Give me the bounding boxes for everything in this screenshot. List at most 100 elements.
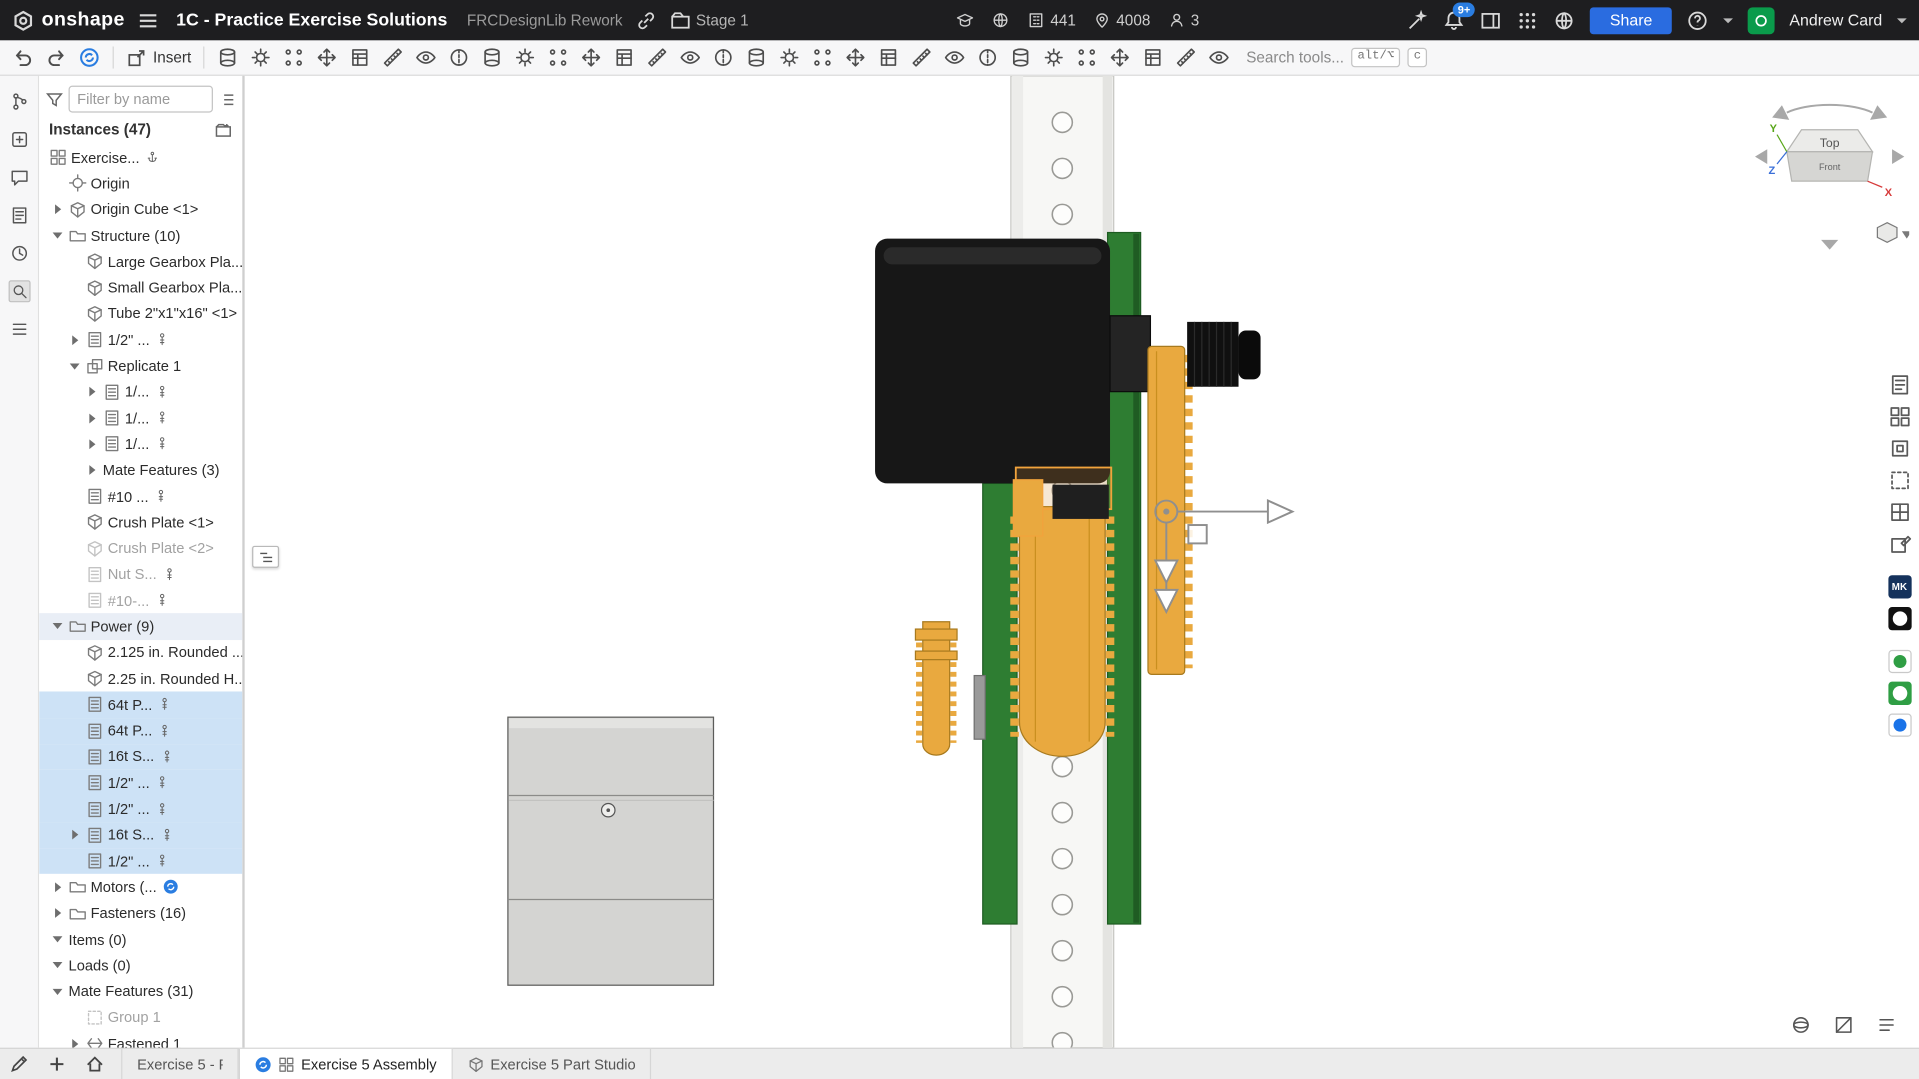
part-panel-icon[interactable] <box>1888 437 1911 460</box>
tree-item[interactable]: Loads (0) <box>39 952 242 978</box>
assembly-3d-view[interactable] <box>245 76 1919 1048</box>
structure-panel-icon[interactable] <box>1888 405 1911 428</box>
tree-item[interactable]: Crush Plate <1> <box>39 509 242 535</box>
caret-icon[interactable] <box>67 828 82 843</box>
tree-item[interactable]: #10 ... <box>39 483 242 509</box>
edit-panel-icon[interactable] <box>1888 532 1911 555</box>
tube-joint-icon[interactable] <box>642 43 674 72</box>
tree-item[interactable]: 1/2" ... <box>39 770 242 796</box>
pen-icon[interactable] <box>9 1054 30 1075</box>
tree-item[interactable]: 64t P... <box>39 692 242 718</box>
interference-icon[interactable] <box>873 43 905 72</box>
named-positions-icon[interactable] <box>741 43 773 72</box>
measure-icon[interactable] <box>542 43 574 72</box>
tab-exercise-5-part-studio[interactable]: Exercise 5 Part Studio <box>452 1049 651 1079</box>
tab-exercise-5-assembly[interactable]: Exercise 5 Assembly <box>239 1049 453 1079</box>
tree-item[interactable]: Crush Plate <2> <box>39 535 242 561</box>
tree-item[interactable]: 1/... <box>39 405 242 431</box>
link-icon[interactable] <box>635 9 657 31</box>
avatar[interactable] <box>1748 7 1775 34</box>
view-cube[interactable]: Top Front Y Z X <box>1750 83 1909 254</box>
tree-item[interactable]: 2.125 in. Rounded ... <box>39 640 242 666</box>
screw-relation-icon[interactable] <box>1005 43 1037 72</box>
tree-item[interactable]: 1/2" ... <box>39 796 242 822</box>
mkcad-app-icon[interactable]: MK <box>1888 575 1911 598</box>
rotate-right-icon[interactable] <box>1892 149 1904 164</box>
caret-icon[interactable] <box>50 619 65 634</box>
tree-item[interactable]: Nut S... <box>39 561 242 587</box>
follow-icon[interactable] <box>8 129 30 151</box>
home-button[interactable] <box>84 1054 105 1075</box>
gear-16t-part[interactable] <box>915 622 957 755</box>
tree-item[interactable]: Exercise... <box>39 144 242 170</box>
snapshot-icon[interactable] <box>840 43 872 72</box>
tree-item[interactable]: Mate Features (3) <box>39 457 242 483</box>
fasten-icon[interactable] <box>344 43 376 72</box>
view-menu-icon[interactable] <box>1877 223 1909 243</box>
share-button[interactable]: Share <box>1590 7 1672 34</box>
caret-icon[interactable] <box>84 385 99 400</box>
view-cube-faces[interactable]: Top Front <box>1787 130 1873 181</box>
caret-icon[interactable] <box>50 932 65 947</box>
caret-icon[interactable] <box>84 411 99 426</box>
ai-wand-icon[interactable] <box>1407 9 1429 31</box>
caret-icon[interactable] <box>50 958 65 973</box>
tree-item[interactable]: Origin Cube <1> <box>39 197 242 223</box>
explode-icon[interactable] <box>509 43 541 72</box>
tree-item[interactable]: Replicate 1 <box>39 353 242 379</box>
tree-item[interactable]: Fastened 1 <box>39 1031 242 1048</box>
bom-panel-icon[interactable] <box>1888 373 1911 396</box>
language-globe-icon[interactable] <box>1554 9 1576 31</box>
motor-shaft-part[interactable] <box>1187 322 1260 387</box>
undo-icon[interactable] <box>7 43 39 72</box>
tree-item[interactable]: Items (0) <box>39 926 242 952</box>
zoom-fit-icon[interactable] <box>1203 43 1235 72</box>
list-view-icon[interactable] <box>218 90 236 108</box>
right-panel-icon[interactable] <box>1480 9 1502 31</box>
mate-icon[interactable] <box>278 43 310 72</box>
rack-relation-icon[interactable] <box>972 43 1004 72</box>
app-green-grid-icon[interactable] <box>1888 682 1911 705</box>
tree-item[interactable]: 16t S... <box>39 822 242 848</box>
gear-relation-icon[interactable] <box>939 43 971 72</box>
history-icon[interactable] <box>8 242 30 264</box>
group-icon[interactable] <box>311 43 343 72</box>
viewport-3d[interactable]: Top Front Y Z X <box>245 76 1919 1048</box>
isolate-icon[interactable] <box>1137 43 1169 72</box>
tree-item[interactable]: 1/... <box>39 431 242 457</box>
caret-icon[interactable] <box>50 880 65 895</box>
mirror-icon[interactable] <box>476 43 508 72</box>
tree-item[interactable]: Motors (... <box>39 874 242 900</box>
tree-item[interactable]: 64t P... <box>39 718 242 744</box>
transform-icon[interactable] <box>212 43 244 72</box>
hide-icon[interactable] <box>1104 43 1136 72</box>
caret-icon[interactable] <box>84 463 99 478</box>
update-references-icon[interactable] <box>73 43 105 72</box>
transparency-icon[interactable] <box>1170 43 1202 72</box>
view-options-icon[interactable] <box>1876 1015 1897 1036</box>
caret-icon[interactable] <box>67 359 82 374</box>
properties-icon[interactable] <box>8 204 30 226</box>
version-selector[interactable]: Stage 1 <box>669 9 749 31</box>
tree-item[interactable]: Mate Features (31) <box>39 978 242 1004</box>
tree-item[interactable]: Power (9) <box>39 614 242 640</box>
user-menu-caret-icon[interactable] <box>1897 18 1907 23</box>
rotate-down-icon[interactable] <box>1821 240 1838 250</box>
search-icon[interactable] <box>8 280 30 302</box>
gear-64t-part[interactable] <box>1015 507 1110 757</box>
mate-panel-icon[interactable] <box>1888 469 1911 492</box>
main-menu-icon[interactable] <box>137 9 159 31</box>
search-tools-button[interactable]: Search tools... alt/⌥ c <box>1246 48 1427 68</box>
panel-collapse-handle[interactable] <box>252 546 279 568</box>
outline-icon[interactable] <box>8 318 30 340</box>
linear-pattern-icon[interactable] <box>410 43 442 72</box>
notifications-button[interactable]: 9+ <box>1443 9 1465 31</box>
caret-icon[interactable] <box>84 437 99 452</box>
tree-item[interactable]: #10-... <box>39 588 242 614</box>
tables-icon[interactable] <box>675 43 707 72</box>
apps-grid-icon[interactable] <box>1517 9 1539 31</box>
render-options-icon[interactable] <box>1790 1015 1811 1036</box>
caret-icon[interactable] <box>67 1036 82 1047</box>
bom-icon[interactable] <box>708 43 740 72</box>
tree-item[interactable]: Small Gearbox Pla... <box>39 275 242 301</box>
